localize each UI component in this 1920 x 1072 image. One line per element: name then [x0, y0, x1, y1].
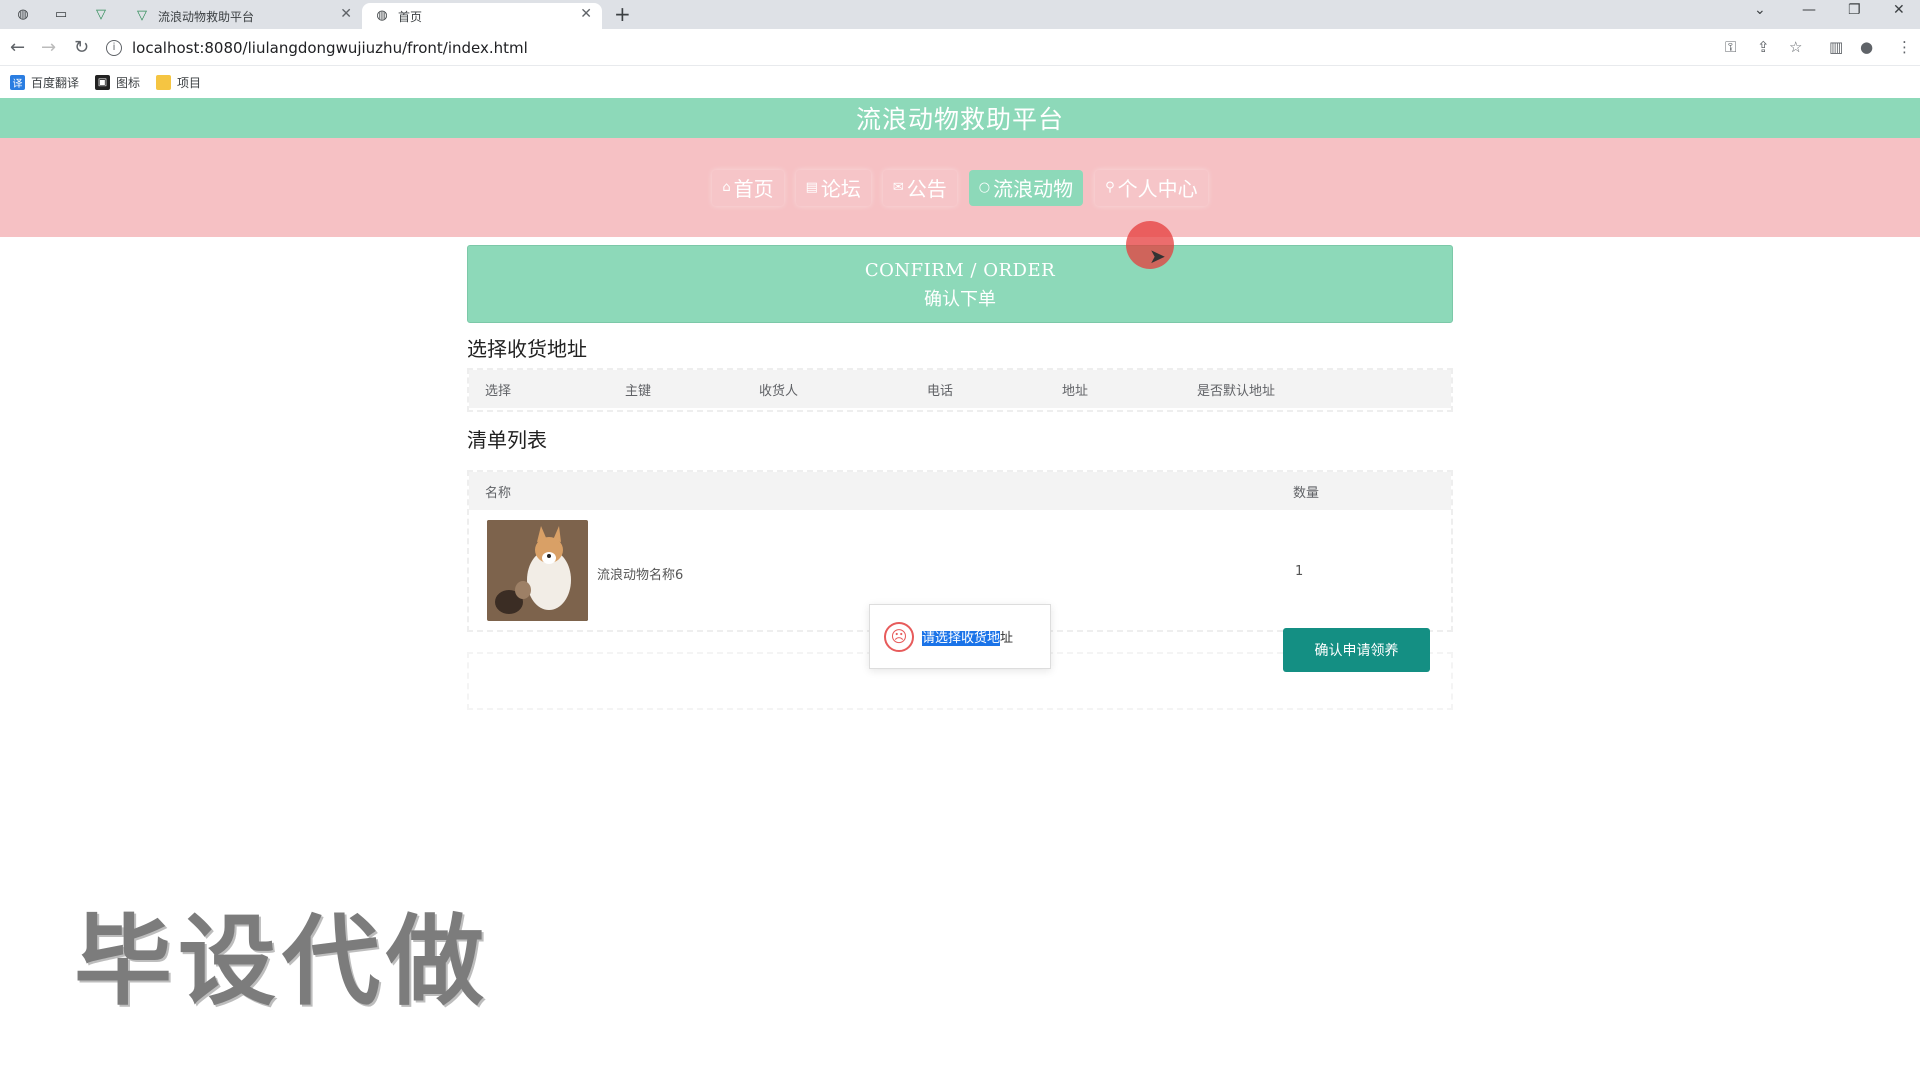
back-icon[interactable]: ← [10, 37, 25, 58]
bookmarks-bar: 译 百度翻译 ▣ 图标 项目 [0, 66, 1920, 98]
toast-rest-text: 址 [1000, 631, 1014, 646]
vue-icon[interactable]: ▽ [92, 5, 110, 23]
menu-label: 首页 [733, 177, 774, 201]
banner-title-zh: 确认下单 [924, 289, 996, 310]
banner-title-en: CONFIRM / ORDER [864, 260, 1056, 281]
info-icon[interactable]: i [106, 39, 122, 56]
tab-title: 流浪动物救助平台 [158, 9, 255, 24]
menu-item-profile[interactable]: ⚲ 个人中心 [1095, 169, 1208, 206]
folder-icon [156, 74, 172, 90]
address-table: 选择 主键 收货人 电话 地址 是否默认地址 [467, 368, 1453, 412]
translate-icon: 译 [10, 74, 25, 90]
restore-icon[interactable]: ❐ [1848, 2, 1861, 18]
vue-icon: ▽ [137, 7, 147, 23]
pet-name: 流浪动物名称6 [597, 568, 684, 583]
col-id: 主键 [625, 383, 652, 399]
more-icon[interactable]: ⋮ [1897, 38, 1912, 56]
reload-icon[interactable]: ↻ [74, 37, 89, 58]
menu-item-home[interactable]: ⌂ 首页 [712, 169, 784, 206]
menu-label: 个人中心 [1117, 177, 1198, 201]
user-icon: ⚲ [1105, 180, 1115, 195]
browser-tab-bar: ◍ ▭ ▽ ▽ 流浪动物救助平台 ✕ ◍ 首页 ✕ + ⌄ — ❐ ✕ [0, 0, 1920, 29]
site-title: 流浪动物救助平台 [855, 105, 1064, 134]
confirm-order-banner: CONFIRM / ORDER 确认下单 [467, 245, 1453, 323]
main-menu: ⌂ 首页 ▤ 论坛 ✉ 公告 ○ 流浪动物 ⚲ 个人中心 [0, 138, 1920, 237]
forum-icon: ▤ [805, 180, 818, 195]
bookmark-label: 项目 [177, 75, 202, 90]
tab-platform[interactable]: ▽ 流浪动物救助平台 ✕ [122, 3, 362, 29]
sidebar-icon[interactable]: ▥ [1829, 38, 1843, 56]
watermark-text: 毕设代做 [74, 905, 491, 1019]
menu-item-forum[interactable]: ▤ 论坛 [795, 169, 871, 206]
dog-photo-icon [487, 520, 588, 621]
key-icon[interactable]: ⚿ [1725, 38, 1736, 56]
menu-label: 公告 [906, 177, 947, 201]
mouse-cursor-icon: ➤ [1149, 244, 1166, 268]
browser-toolbar: ← → ↻ i localhost:8080/liulangdongwujiuz… [0, 29, 1920, 66]
animal-icon: ○ [978, 180, 991, 195]
bookmark-translate[interactable]: 译 百度翻译 [10, 74, 79, 91]
toast-message: 请选择收货地址 [922, 627, 1013, 646]
close-icon[interactable]: ✕ [340, 6, 352, 22]
sad-face-icon: ☹ [884, 621, 914, 652]
new-tab-icon[interactable]: + [614, 2, 631, 26]
address-bar[interactable]: i localhost:8080/liulangdongwujiuzhu/fro… [106, 33, 1726, 62]
address-section-title: 选择收货地址 [467, 337, 587, 361]
confirm-adopt-button[interactable]: 确认申请领养 [1283, 628, 1430, 672]
share-icon[interactable]: ⇪ [1757, 38, 1770, 56]
bookmark-label: 图标 [116, 75, 141, 90]
col-address: 地址 [1062, 383, 1089, 399]
menu-item-notice[interactable]: ✉ 公告 [882, 169, 957, 206]
bookmark-label: 百度翻译 [31, 75, 80, 90]
chevron-down-icon[interactable]: ⌄ [1754, 2, 1766, 18]
url-text: localhost:8080/liulangdongwujiuzhu/front… [132, 38, 528, 57]
bookmark-icons[interactable]: ▣ 图标 [95, 74, 140, 91]
pet-image[interactable] [487, 520, 588, 621]
col-phone: 电话 [927, 383, 954, 399]
error-toast: ☹ 请选择收货地址 [869, 604, 1051, 669]
toast-selected-text: 请选择收货地 [922, 631, 1001, 646]
pet-qty: 1 [1295, 564, 1304, 579]
menu-item-animals[interactable]: ○ 流浪动物 [968, 169, 1084, 206]
star-icon[interactable]: ☆ [1789, 38, 1802, 56]
profile-icon[interactable]: ● [1860, 38, 1873, 56]
col-receiver: 收货人 [759, 383, 799, 399]
bookmark-project[interactable]: 项目 [156, 74, 201, 91]
menu-label: 流浪动物 [993, 177, 1074, 201]
home-icon: ⌂ [722, 180, 731, 195]
globe-icon: ◍ [376, 7, 388, 23]
forward-icon[interactable]: → [41, 37, 56, 58]
col-qty: 数量 [1293, 485, 1320, 501]
menu-label: 论坛 [820, 177, 861, 201]
list-table-header: 名称 数量 [469, 472, 1451, 510]
image-icon: ▣ [95, 74, 111, 90]
tab-title: 首页 [398, 9, 423, 24]
col-default: 是否默认地址 [1197, 383, 1276, 399]
minimize-icon[interactable]: — [1802, 2, 1816, 18]
globe-icon[interactable]: ◍ [14, 5, 32, 23]
col-select: 选择 [485, 383, 512, 399]
tab-home[interactable]: ◍ 首页 ✕ [362, 3, 602, 29]
close-window-icon[interactable]: ✕ [1893, 2, 1905, 18]
site-header: 流浪动物救助平台 [0, 98, 1920, 138]
col-name: 名称 [485, 485, 512, 501]
address-table-header: 选择 主键 收货人 电话 地址 是否默认地址 [469, 370, 1451, 408]
close-icon[interactable]: ✕ [580, 6, 592, 22]
list-section-title: 清单列表 [467, 428, 547, 452]
blank-tab-icon[interactable]: ▭ [52, 5, 70, 23]
notice-icon: ✉ [892, 180, 904, 195]
